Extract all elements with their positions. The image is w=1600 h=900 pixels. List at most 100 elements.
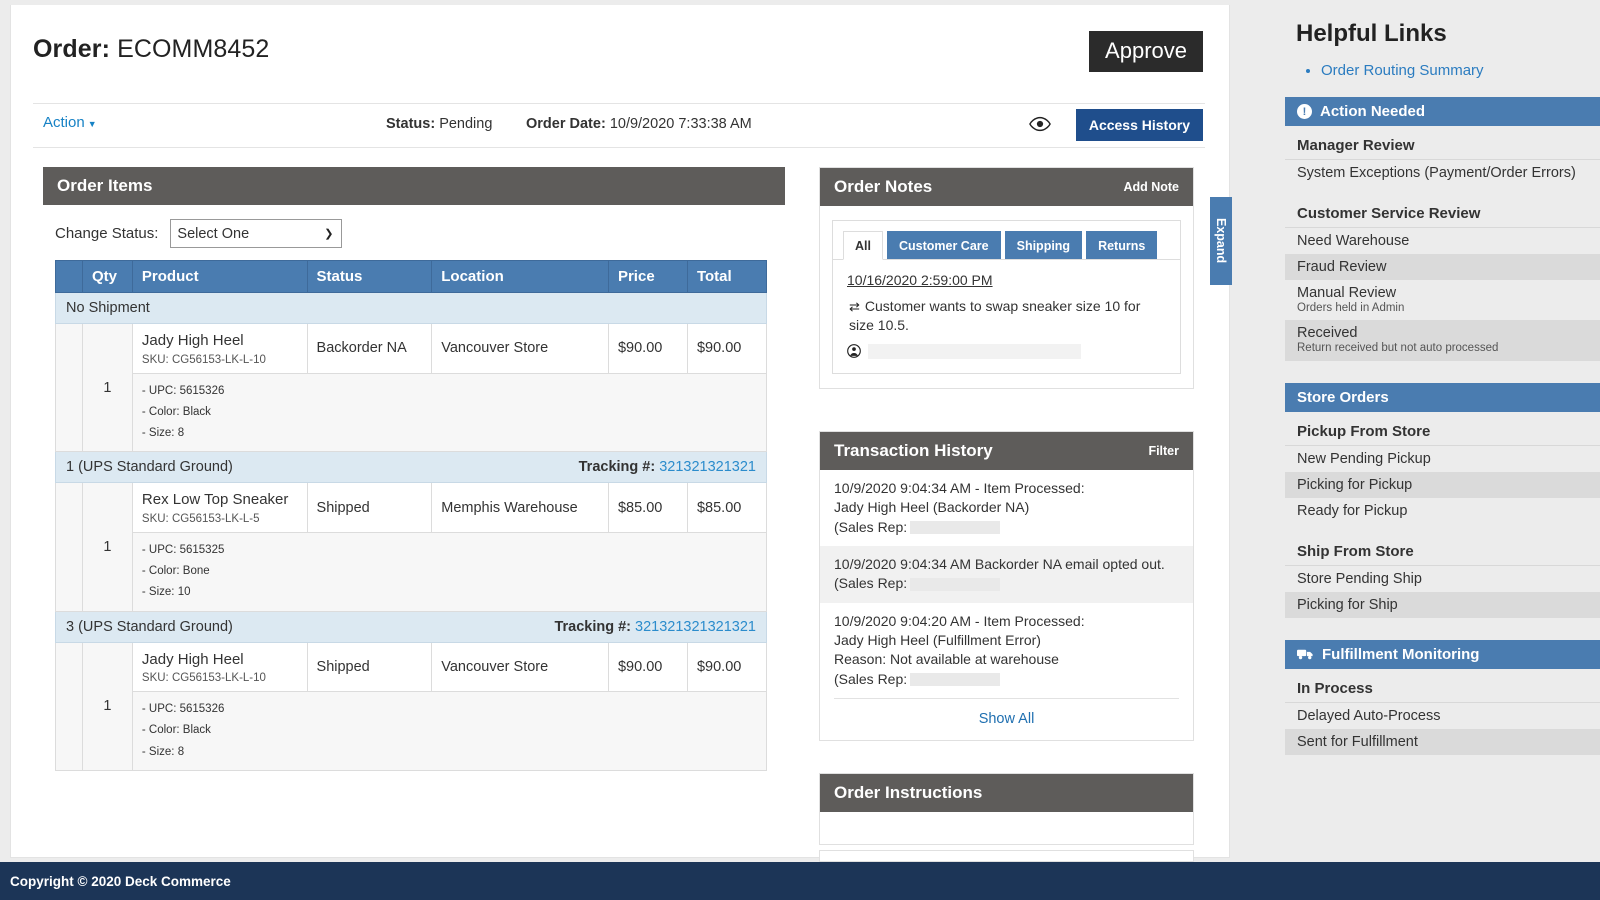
tracking-info: Tracking #: 321321321321321 — [554, 619, 756, 635]
product-attribute: - Color: Black — [141, 405, 211, 418]
sidebar-group-title: Ship From Store — [1285, 532, 1600, 566]
shipment-group-label: 3 (UPS Standard Ground) — [66, 618, 233, 635]
product-attributes: - UPC: 5615325 - Color: Bone - Size: 10 — [131, 531, 768, 612]
change-status-select[interactable]: Select One ❯ — [170, 219, 343, 248]
order-status-label: Status: — [386, 116, 436, 132]
order-instructions-title: Order Instructions — [834, 783, 983, 802]
order-notes-tabs: All Customer Care Shipping Returns — [833, 221, 1180, 260]
order-detail-panel: Order: ECOMM8452 Approve Action ▼ Status:… — [10, 5, 1230, 862]
note-text: ⇄ Customer wants to swap sneaker size 10 … — [849, 298, 1141, 333]
order-items-header: Order Items — [43, 167, 785, 205]
approve-button[interactable]: Approve — [1089, 31, 1203, 73]
table-row: 1 Jady High Heel SKU: CG56153-LK-L-10 Shipp… — [54, 641, 768, 771]
row-select-cell[interactable] — [54, 322, 84, 453]
transaction-line: Jady High Heel (Fulfillment Error) — [834, 631, 1041, 648]
column-header-location: Location — [431, 260, 609, 293]
row-location: Vancouver Store — [431, 641, 609, 693]
sidebar-item-new-pending-pickup[interactable]: New Pending Pickup — [1285, 446, 1600, 472]
sidebar-item-received[interactable]: Received Return received but not auto pro… — [1285, 320, 1600, 361]
row-price: $85.00 — [607, 482, 688, 533]
change-status-row: Change Status: Select One ❯ — [43, 205, 785, 260]
table-header-row: Qty Product Status Location Price Total — [54, 260, 768, 293]
sidebar-item-label: Picking for Ship — [1297, 596, 1398, 613]
shipment-group-row: 1 (UPS Standard Ground) Tracking #: 32132… — [55, 451, 767, 484]
order-instructions-card: Order Instructions — [819, 773, 1194, 845]
filter-button[interactable]: Filter — [1148, 444, 1179, 458]
order-items-table: Qty Product Status Location Price Total … — [54, 260, 768, 771]
table-row-details: - UPC: 5615326 - Color: Black - Size: 8 — [56, 691, 768, 771]
redacted-sales-rep — [910, 673, 1001, 687]
note-tab-all[interactable]: All — [843, 231, 883, 260]
row-select-cell[interactable] — [54, 482, 84, 612]
action-dropdown[interactable]: Action ▼ — [43, 114, 97, 131]
sidebar-group-title: Customer Service Review — [1285, 194, 1600, 228]
note-tab-shipping[interactable]: Shipping — [1004, 231, 1083, 259]
show-all-link[interactable]: Show All — [979, 711, 1035, 727]
product-sku: SKU: CG56153-LK-L-10 — [141, 672, 266, 685]
product-attribute: - UPC: 5615326 — [141, 703, 225, 716]
sidebar-item-fraud-review[interactable]: Fraud Review — [1285, 254, 1600, 280]
sidebar-item-store-pending-ship[interactable]: Store Pending Ship — [1285, 566, 1600, 592]
change-status-selected-value: Select One — [177, 225, 250, 242]
show-all-wrap: Show All — [834, 697, 1179, 740]
order-date-label: Order Date: — [526, 116, 606, 132]
sidebar-item-picking-for-ship[interactable]: Picking for Ship — [1285, 591, 1600, 618]
helpful-links-title: Helpful Links — [1296, 20, 1447, 47]
row-price: $90.00 — [607, 323, 688, 374]
sidebar-item-label: Received — [1297, 325, 1358, 342]
order-date-value: 10/9/2020 7:33:38 AM — [609, 116, 752, 132]
sidebar-section-fulfillment-monitoring[interactable]: Fulfillment Monitoring — [1285, 639, 1600, 669]
order-instructions-body — [820, 812, 1193, 844]
table-row: 1 Rex Low Top Sneaker SKU: CG56153-LK-L-5 S… — [54, 482, 768, 612]
sidebar-item-manual-review[interactable]: Manual Review Orders held in Admin — [1285, 280, 1600, 320]
row-select-cell[interactable] — [54, 641, 84, 771]
transaction-entry: 10/9/2020 9:04:34 AM Backorder NA email … — [820, 545, 1193, 603]
add-note-button[interactable]: Add Note — [1123, 180, 1179, 194]
sidebar-item-picking-for-pickup[interactable]: Picking for Pickup — [1285, 471, 1600, 498]
transaction-line: 10/9/2020 9:04:34 AM - Item Processed: — [834, 480, 1085, 496]
sidebar-item-ready-for-pickup[interactable]: Ready for Pickup — [1285, 498, 1600, 524]
tracking-label: Tracking #: — [578, 459, 660, 476]
transaction-line: 10/9/2020 9:04:20 AM - Item Processed: — [834, 612, 1085, 629]
column-header-total: Total — [686, 260, 768, 293]
footer: Copyright © 2020 Deck Commerce — [0, 862, 1600, 900]
eye-icon[interactable] — [1029, 115, 1051, 133]
redacted-author-name — [868, 343, 1081, 359]
table-row: 1 Jady High Heel SKU: CG56153-LK-L-10 Backo… — [54, 322, 768, 453]
sidebar-item-delayed-auto-process[interactable]: Delayed Auto-Process — [1285, 703, 1600, 729]
tracking-label: Tracking #: — [554, 618, 636, 635]
transaction-entry: 10/9/2020 9:04:20 AM - Item Processed: Ja… — [820, 603, 1193, 698]
row-qty: 1 — [82, 482, 133, 612]
change-status-label: Change Status: — [55, 225, 159, 242]
divider-bottom — [33, 147, 1205, 148]
sidebar-item-label: Picking for Pickup — [1297, 476, 1413, 493]
product-attribute: - Size: 8 — [141, 745, 185, 758]
expand-tab[interactable]: Expand — [1210, 197, 1232, 285]
note-tab-returns[interactable]: Returns — [1086, 231, 1158, 259]
sidebar-item-need-warehouse[interactable]: Need Warehouse — [1285, 228, 1600, 254]
transaction-entry: 10/9/2020 9:04:34 AM - Item Processed: Ja… — [820, 470, 1193, 546]
note-date-link[interactable]: 10/16/2020 2:59:00 PM — [847, 272, 1166, 288]
product-name: Rex Low Top Sneaker — [141, 491, 289, 509]
tracking-number-link[interactable]: 321321321321321 — [635, 619, 756, 635]
access-history-button[interactable]: Access History — [1075, 109, 1203, 141]
product-sku: SKU: CG56153-LK-L-10 — [141, 353, 266, 366]
helpful-link[interactable]: Order Routing Summary — [1321, 59, 1600, 83]
note-entry: 10/16/2020 2:59:00 PM ⇄ Customer wants to … — [833, 260, 1180, 373]
user-icon — [847, 344, 861, 359]
note-tab-customer-care[interactable]: Customer Care — [886, 231, 1001, 259]
product-attributes: - UPC: 5615326 - Color: Black - Size: 8 — [131, 691, 768, 771]
tracking-number-link[interactable]: 321321321321 — [659, 459, 756, 475]
row-qty: 1 — [82, 322, 133, 453]
product-attribute: - Size: 10 — [141, 586, 191, 599]
sidebar-group-title: In Process — [1285, 669, 1600, 703]
sidebar-section-store-orders[interactable]: Store Orders — [1285, 382, 1600, 412]
row-qty: 1 — [82, 641, 133, 771]
sidebar-item-system-exceptions-payment-order-errors[interactable]: System Exceptions (Payment/Order Errors) — [1285, 160, 1600, 186]
order-items-body: No Shipment 1 Jady High Heel SKU: CG56153-L… — [54, 292, 768, 771]
sidebar-section-action-needed[interactable]: ! Action Needed — [1285, 97, 1600, 126]
helpful-links-list: Order Routing Summary — [1285, 59, 1600, 83]
sidebar-item-sent-for-fulfillment[interactable]: Sent for Fulfillment — [1285, 728, 1600, 755]
